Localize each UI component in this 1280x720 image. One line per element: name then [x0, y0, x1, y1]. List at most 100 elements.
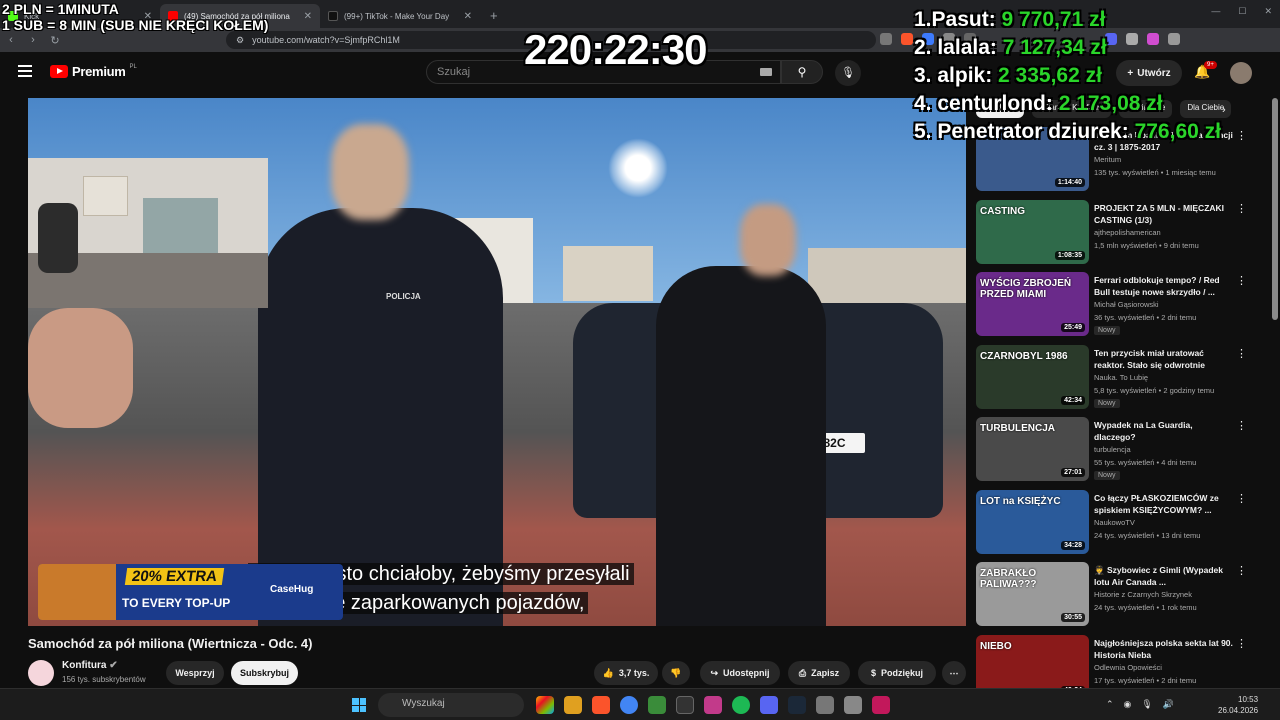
app-icon[interactable]	[704, 696, 722, 714]
recommendation-title[interactable]: Najgłośniejsza polska sekta lat 90. Hist…	[1094, 637, 1234, 661]
menu-icon[interactable]	[18, 65, 32, 77]
close-window-icon[interactable]: ✕	[1264, 6, 1272, 17]
video-duration: 42:34	[1061, 395, 1085, 405]
more-vert-icon[interactable]: ⋮	[1236, 202, 1247, 215]
mic-icon[interactable]: 🎙	[1141, 699, 1152, 710]
video-player[interactable]: T 3182C POLICJA Bo to miasto chciałoby, …	[28, 98, 966, 626]
recommendation-channel[interactable]: Historie z Czarnych Skrzynek	[1094, 590, 1192, 599]
avatar[interactable]	[1230, 62, 1252, 84]
app-icon[interactable]	[648, 696, 666, 714]
recommendation-item[interactable]: CASTING 1:08:35 PROJEKT ZA 5 MLN - MIĘCZAK…	[976, 199, 1266, 268]
more-vert-icon[interactable]: ⋮	[1236, 274, 1247, 287]
more-vert-icon[interactable]: ⋮	[1236, 129, 1247, 142]
video-thumbnail[interactable]: WYŚCIG ZBROJEŃ PRZED MIAMI 25:49	[976, 272, 1089, 336]
spotify-icon[interactable]	[732, 696, 750, 714]
recommendation-channel[interactable]: Odlewnia Opowieści	[1094, 663, 1162, 672]
discord-icon[interactable]	[760, 696, 778, 714]
file-explorer-icon[interactable]	[564, 696, 582, 714]
copilot-icon[interactable]	[536, 696, 554, 714]
thumbnail-text: TURBULENCJA	[980, 423, 1055, 434]
like-count: 3,7 tys.	[618, 668, 650, 678]
site-info-icon[interactable]: ⚙	[236, 35, 244, 46]
save-button[interactable]: ⎙ Zapisz	[788, 661, 850, 685]
video-thumbnail[interactable]: CZARNOBYL 1986 42:34	[976, 344, 1089, 409]
subscribe-button[interactable]: Subskrybuj	[231, 661, 298, 685]
taskbar-clock[interactable]: 10:53 26.04.2026	[1218, 694, 1258, 716]
share-button[interactable]: ↪ Udostępnij	[700, 661, 780, 685]
channel-name[interactable]: Konfitura ✔	[62, 660, 118, 671]
ad-banner[interactable]: 20% EXTRA TO EVERY TOP-UP CaseHug	[38, 564, 343, 620]
new-tab-icon[interactable]: +	[480, 8, 508, 28]
ranking-row: 2. lalala: 7 127,34 zł	[914, 36, 1221, 64]
webcam-cabinet	[143, 198, 218, 253]
back-icon[interactable]: ‹	[0, 34, 22, 46]
clock-time: 10:53	[1238, 695, 1259, 704]
ranking-name: 2. lalala:	[914, 36, 997, 59]
windows-start-icon[interactable]	[352, 698, 366, 712]
close-icon[interactable]: ✕	[304, 11, 312, 22]
search-button[interactable]: ⚲	[781, 60, 823, 84]
maximize-icon[interactable]: ☐	[1238, 6, 1246, 17]
dislike-button[interactable]: 👎	[662, 661, 690, 685]
recommendation-channel[interactable]: Michał Gąsiorowski	[1094, 300, 1159, 309]
recommendation-title[interactable]: Ten przycisk miał uratować reaktor. Stał…	[1094, 347, 1234, 371]
brave-icon[interactable]	[901, 33, 913, 45]
more-actions-button[interactable]: ⋯	[942, 661, 966, 685]
recommendation-channel[interactable]: ajthepolishamerican	[1094, 228, 1161, 237]
chevron-right-icon[interactable]: ›	[1222, 104, 1226, 116]
video-thumbnail[interactable]: ZABRAKŁO PALIWA??? 30:55	[976, 562, 1089, 626]
recommendation-channel[interactable]: turbulencja	[1094, 445, 1131, 454]
recommendation-meta: 135 tys. wyświetleń • 1 miesiąc temu	[1094, 168, 1216, 177]
more-vert-icon[interactable]: ⋮	[1236, 637, 1247, 650]
like-button[interactable]: 👍 3,7 tys.	[594, 661, 658, 685]
calculator-icon[interactable]	[844, 696, 862, 714]
video-thumbnail[interactable]: CASTING 1:08:35	[976, 199, 1089, 264]
chrome-icon[interactable]	[620, 696, 638, 714]
video-thumbnail[interactable]: LOT na KSIĘŻYC 34:28	[976, 489, 1089, 554]
recommendation-title[interactable]: 🧑‍✈️ Szybowiec z Gimli (Wypadek lotu Air…	[1094, 564, 1234, 588]
taskbar-search-input[interactable]: Wyszukaj	[378, 693, 524, 717]
recommendation-item[interactable]: TURBULENCJA 27:01 Wypadek na La Guardia, d…	[976, 417, 1266, 485]
recommendation-channel[interactable]: Meritum	[1094, 155, 1121, 164]
forward-icon[interactable]: ›	[22, 34, 44, 46]
support-button[interactable]: Wesprzyj	[166, 661, 224, 685]
steam-icon[interactable]	[788, 696, 806, 714]
mic-icon[interactable]: 🎙	[835, 60, 861, 86]
more-vert-icon[interactable]: ⋮	[1236, 347, 1247, 360]
recommendation-item[interactable]: ZABRAKŁO PALIWA??? 30:55 🧑‍✈️ Szybowiec z …	[976, 562, 1266, 630]
reload-icon[interactable]: ↻	[44, 34, 66, 47]
ranking-amount: 2 173,08 zł	[1058, 92, 1163, 115]
taskbar-apps	[536, 696, 890, 714]
recommendation-item[interactable]: CZARNOBYL 1986 42:34 Ten przycisk miał ura…	[976, 344, 1266, 413]
brave-icon[interactable]	[592, 696, 610, 714]
keyboard-icon[interactable]	[760, 68, 772, 76]
recommendation-meta: 55 tys. wyświetleń • 4 dni temu	[1094, 458, 1197, 467]
recommendation-item[interactable]: LOT na KSIĘŻYC 34:28 Co łączy PŁASKOZIEMCÓ…	[976, 489, 1266, 558]
volume-icon[interactable]: 🔊	[1163, 699, 1174, 710]
video-thumbnail[interactable]: TURBULENCJA 27:01	[976, 417, 1089, 481]
recommendation-channel[interactable]: Nauka. To Lubię	[1094, 373, 1148, 382]
recommendation-title[interactable]: Co łączy PŁASKOZIEMCÓW ze spiskiem KSIĘŻ…	[1094, 492, 1234, 516]
thanks-button[interactable]: $ Podziękuj	[858, 661, 936, 685]
close-icon[interactable]: ✕	[464, 11, 472, 22]
youtube-logo[interactable]: Premium PL	[50, 64, 137, 79]
thanks-label: Podziękuj	[881, 668, 924, 678]
recommendation-title[interactable]: Wypadek na La Guardia, dlaczego?	[1094, 419, 1234, 443]
more-vert-icon[interactable]: ⋮	[1236, 564, 1247, 577]
app-icon[interactable]	[872, 696, 890, 714]
recommendation-channel[interactable]: NaukowoTV	[1094, 518, 1135, 527]
settings-icon[interactable]	[816, 696, 834, 714]
recommendation-item[interactable]: WYŚCIG ZBROJEŃ PRZED MIAMI 25:49 Ferrari o…	[976, 272, 1266, 340]
recommendation-title[interactable]: Ferrari odblokuje tempo? / Red Bull test…	[1094, 274, 1234, 298]
thumbnail-text: NIEBO	[980, 640, 1012, 652]
page-scrollbar[interactable]	[1272, 98, 1278, 320]
more-vert-icon[interactable]: ⋮	[1236, 492, 1247, 505]
more-vert-icon[interactable]: ⋮	[1236, 419, 1247, 432]
tab-tiktok[interactable]: (99+) TikTok - Make Your Day ✕	[320, 4, 480, 28]
channel-avatar[interactable]	[28, 660, 54, 686]
recommendation-title[interactable]: PROJEKT ZA 5 MLN - MIĘCZAKI CASTING (1/3…	[1094, 202, 1234, 226]
chevron-up-icon[interactable]: ⌃	[1106, 699, 1114, 710]
cast-icon[interactable]	[880, 33, 892, 45]
wifi-icon[interactable]: ◉	[1124, 699, 1132, 710]
app-icon[interactable]	[676, 696, 694, 714]
